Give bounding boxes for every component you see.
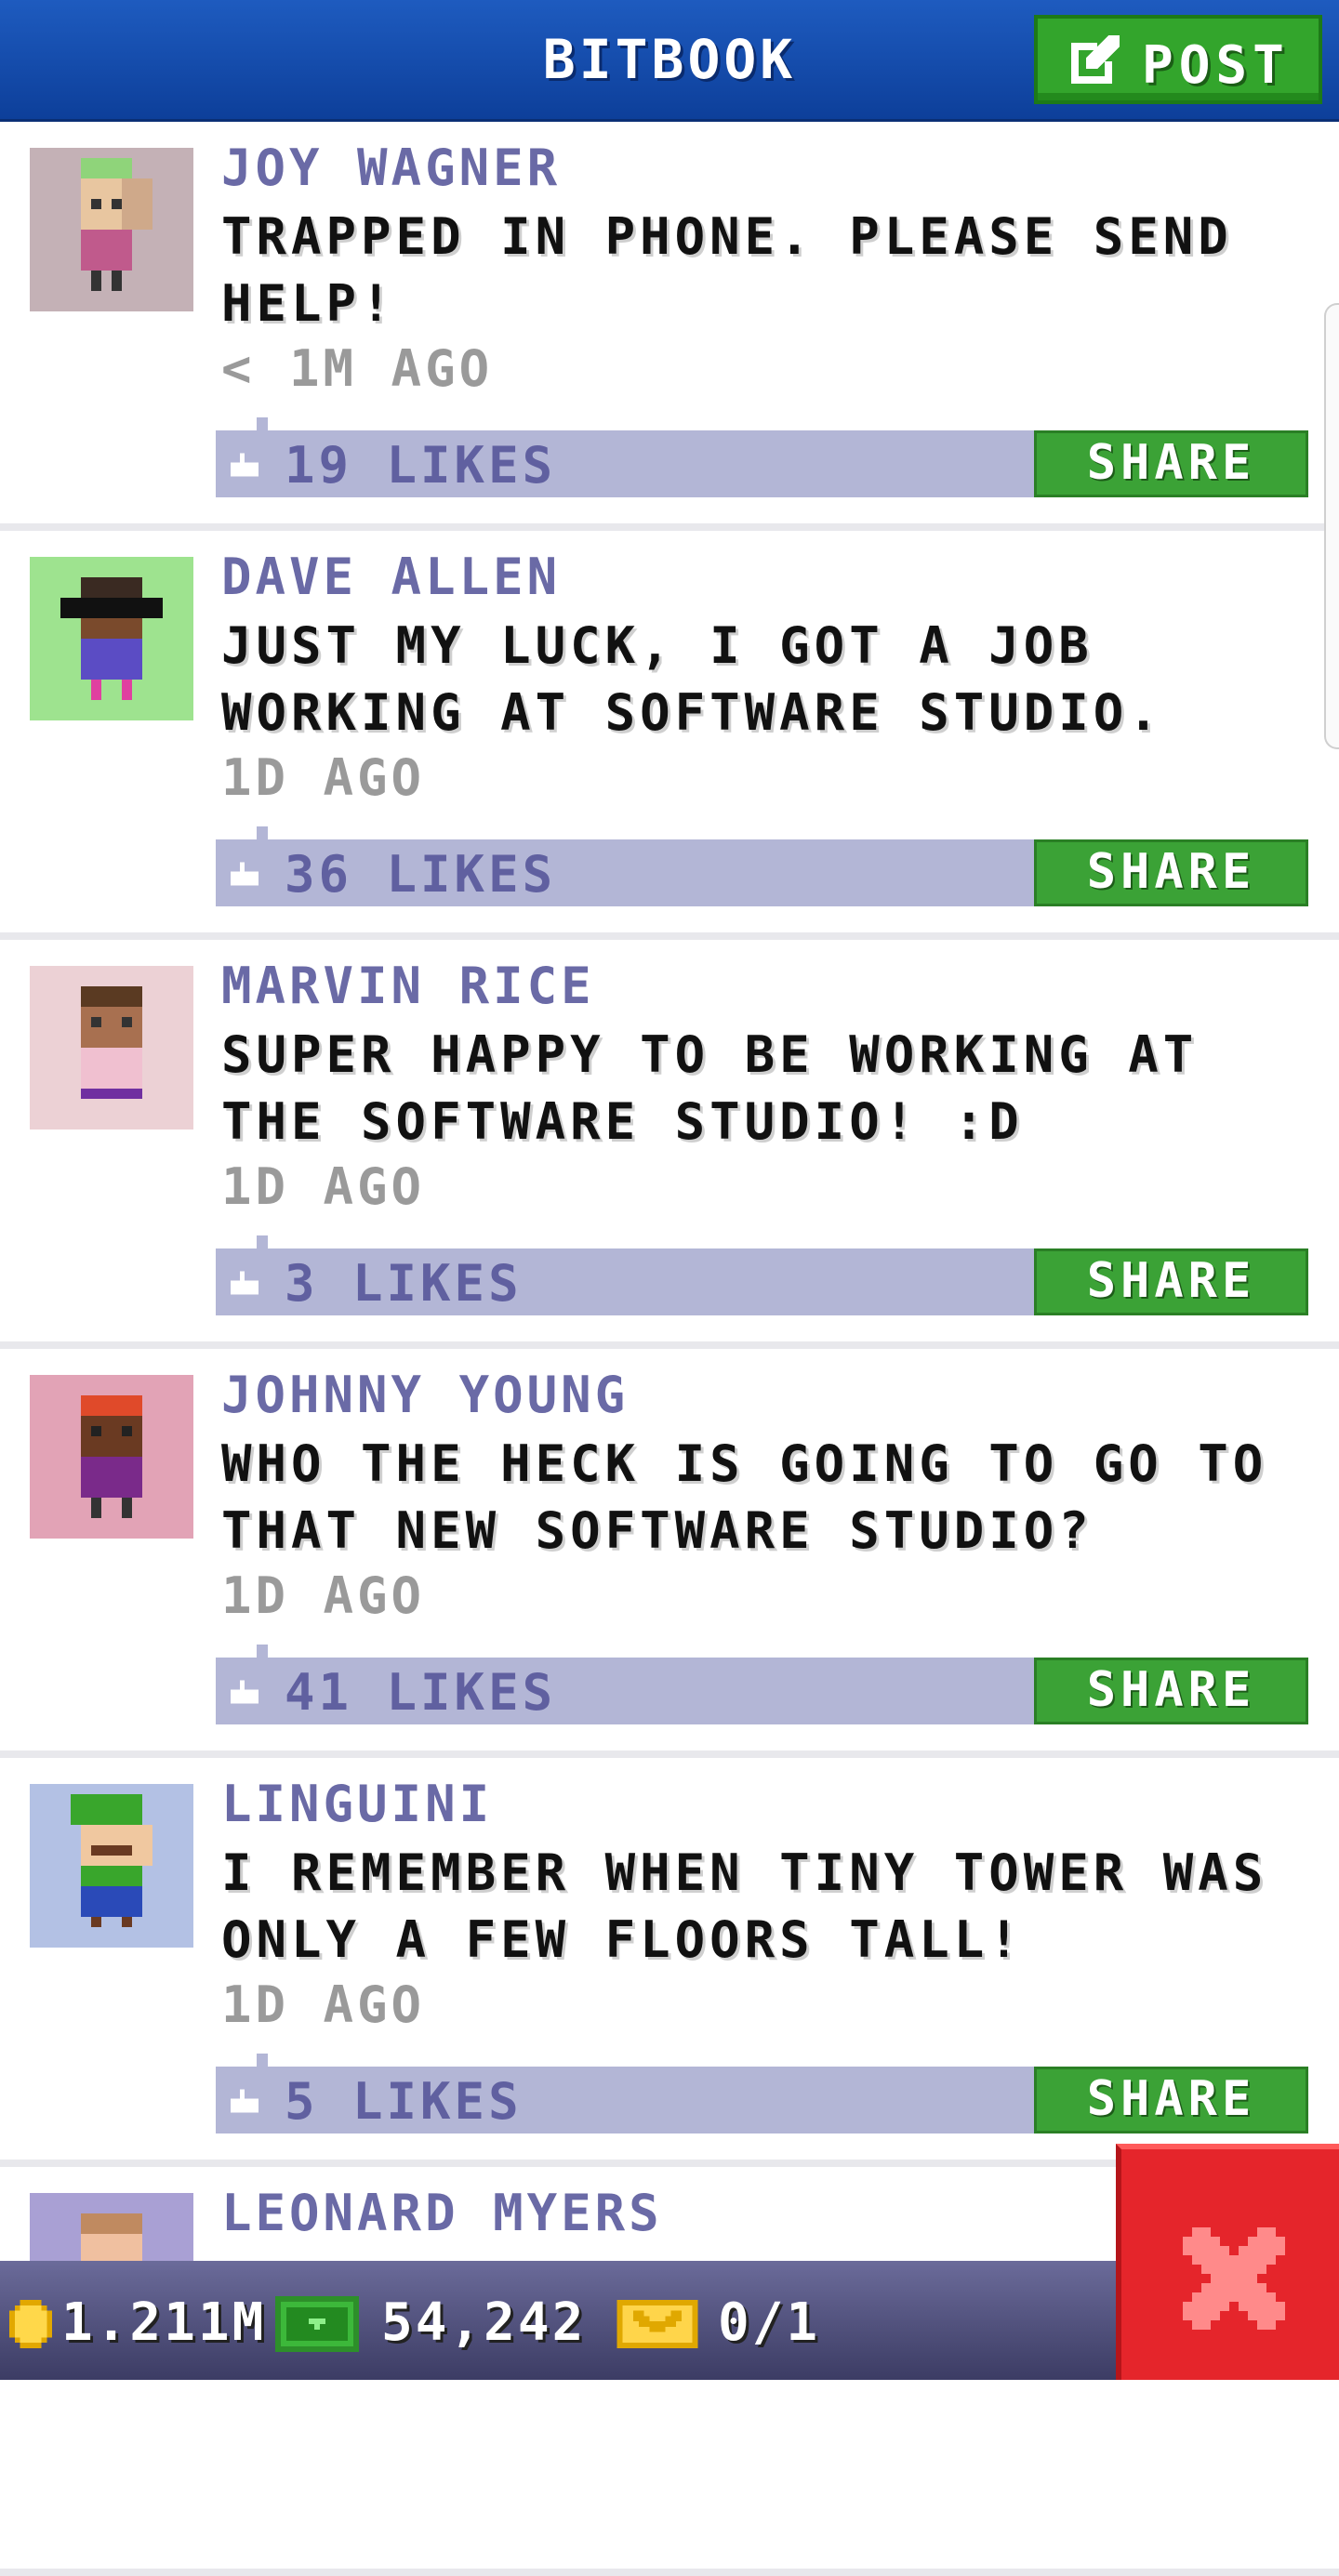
like-bar-notch — [257, 1645, 268, 1658]
thumbs-up-icon — [231, 453, 259, 477]
post-author[interactable]: JOY WAGNER — [221, 139, 561, 197]
likes-count: 19 LIKES — [285, 436, 557, 495]
post-message: I REMEMBER WHEN TINY TOWER WAS ONLY A FE… — [221, 1843, 1268, 1969]
likes-count: 41 LIKES — [285, 1663, 557, 1722]
bux-value: 54,242 — [381, 2292, 587, 2353]
coins-value: 1.211M — [61, 2292, 267, 2353]
feed-post: JOHNNY YOUNG WHO THE HECK IS GOING TO GO… — [0, 1349, 1339, 1758]
share-button[interactable]: SHARE — [1034, 1248, 1308, 1315]
thumbs-up-icon — [231, 1271, 259, 1295]
share-button[interactable]: SHARE — [1034, 2067, 1308, 2133]
edit-icon — [1071, 35, 1120, 84]
post-message: JUST MY LUCK, I GOT A JOB WORKING AT SOF… — [221, 616, 1163, 742]
avatar — [30, 966, 193, 1129]
coin-icon — [9, 2300, 52, 2348]
avatar — [30, 1784, 193, 1948]
post-button[interactable]: POST — [1034, 15, 1322, 104]
post-message: TRAPPED IN PHONE. PLEASE SEND HELP! — [221, 207, 1233, 333]
close-icon — [1183, 2227, 1285, 2330]
like-bar[interactable]: 36 LIKES SHARE — [216, 826, 1308, 906]
thumbs-up-icon — [231, 2089, 259, 2113]
share-button[interactable]: SHARE — [1034, 430, 1308, 497]
app-header: BITBOOK POST — [0, 0, 1339, 122]
avatar — [30, 1375, 193, 1539]
thumbs-up-icon — [231, 862, 259, 886]
post-author[interactable]: DAVE ALLEN — [221, 548, 561, 606]
tickets-value: 0/1 — [718, 2292, 821, 2353]
likes-count: 5 LIKES — [285, 2072, 523, 2131]
feed-post: LINGUINI I REMEMBER WHEN TINY TOWER WAS … — [0, 1758, 1339, 2167]
post-author[interactable]: JOHNNY YOUNG — [221, 1366, 629, 1424]
post-time: 1D AGO — [221, 748, 426, 807]
share-button[interactable]: SHARE — [1034, 1658, 1308, 1724]
post-message: SUPER HAPPY TO BE WORKING AT THE SOFTWAR… — [221, 1025, 1199, 1151]
post-message: WHO THE HECK IS GOING TO GO TO THAT NEW … — [221, 1434, 1268, 1560]
feed-post: DAVE ALLEN JUST MY LUCK, I GOT A JOB WOR… — [0, 531, 1339, 940]
post-time: 1D AGO — [221, 1566, 426, 1625]
share-button[interactable]: SHARE — [1034, 839, 1308, 906]
post-author[interactable]: LINGUINI — [221, 1775, 493, 1833]
like-bar-notch — [257, 826, 268, 839]
post-time: < 1M AGO — [221, 339, 494, 398]
ticket-icon — [616, 2300, 698, 2348]
post-author[interactable]: MARVIN RICE — [221, 957, 595, 1015]
avatar — [30, 148, 193, 311]
like-bar[interactable]: 41 LIKES SHARE — [216, 1645, 1308, 1724]
post-author[interactable]: LEONARD MYERS — [221, 2184, 663, 2242]
thumbs-up-icon — [231, 1680, 259, 1704]
close-button[interactable] — [1116, 2144, 1339, 2380]
likes-count: 3 LIKES — [285, 1254, 523, 1313]
like-bar[interactable]: 3 LIKES SHARE — [216, 1235, 1308, 1315]
like-bar[interactable]: 19 LIKES SHARE — [216, 417, 1308, 497]
like-bar[interactable]: 5 LIKES SHARE — [216, 2054, 1308, 2133]
feed-post: JOY WAGNER TRAPPED IN PHONE. PLEASE SEND… — [0, 122, 1339, 531]
likes-count: 36 LIKES — [285, 845, 557, 904]
post-button-label: POST — [1142, 35, 1290, 96]
feed-post: MARVIN RICE SUPER HAPPY TO BE WORKING AT… — [0, 940, 1339, 1349]
like-bar-notch — [257, 2054, 268, 2067]
like-bar-notch — [257, 1235, 268, 1248]
avatar — [30, 557, 193, 720]
post-time: 1D AGO — [221, 1975, 426, 2034]
scrollbar[interactable] — [1324, 303, 1339, 749]
post-time: 1D AGO — [221, 1157, 426, 1216]
bux-icon — [275, 2296, 359, 2352]
like-bar-notch — [257, 417, 268, 430]
